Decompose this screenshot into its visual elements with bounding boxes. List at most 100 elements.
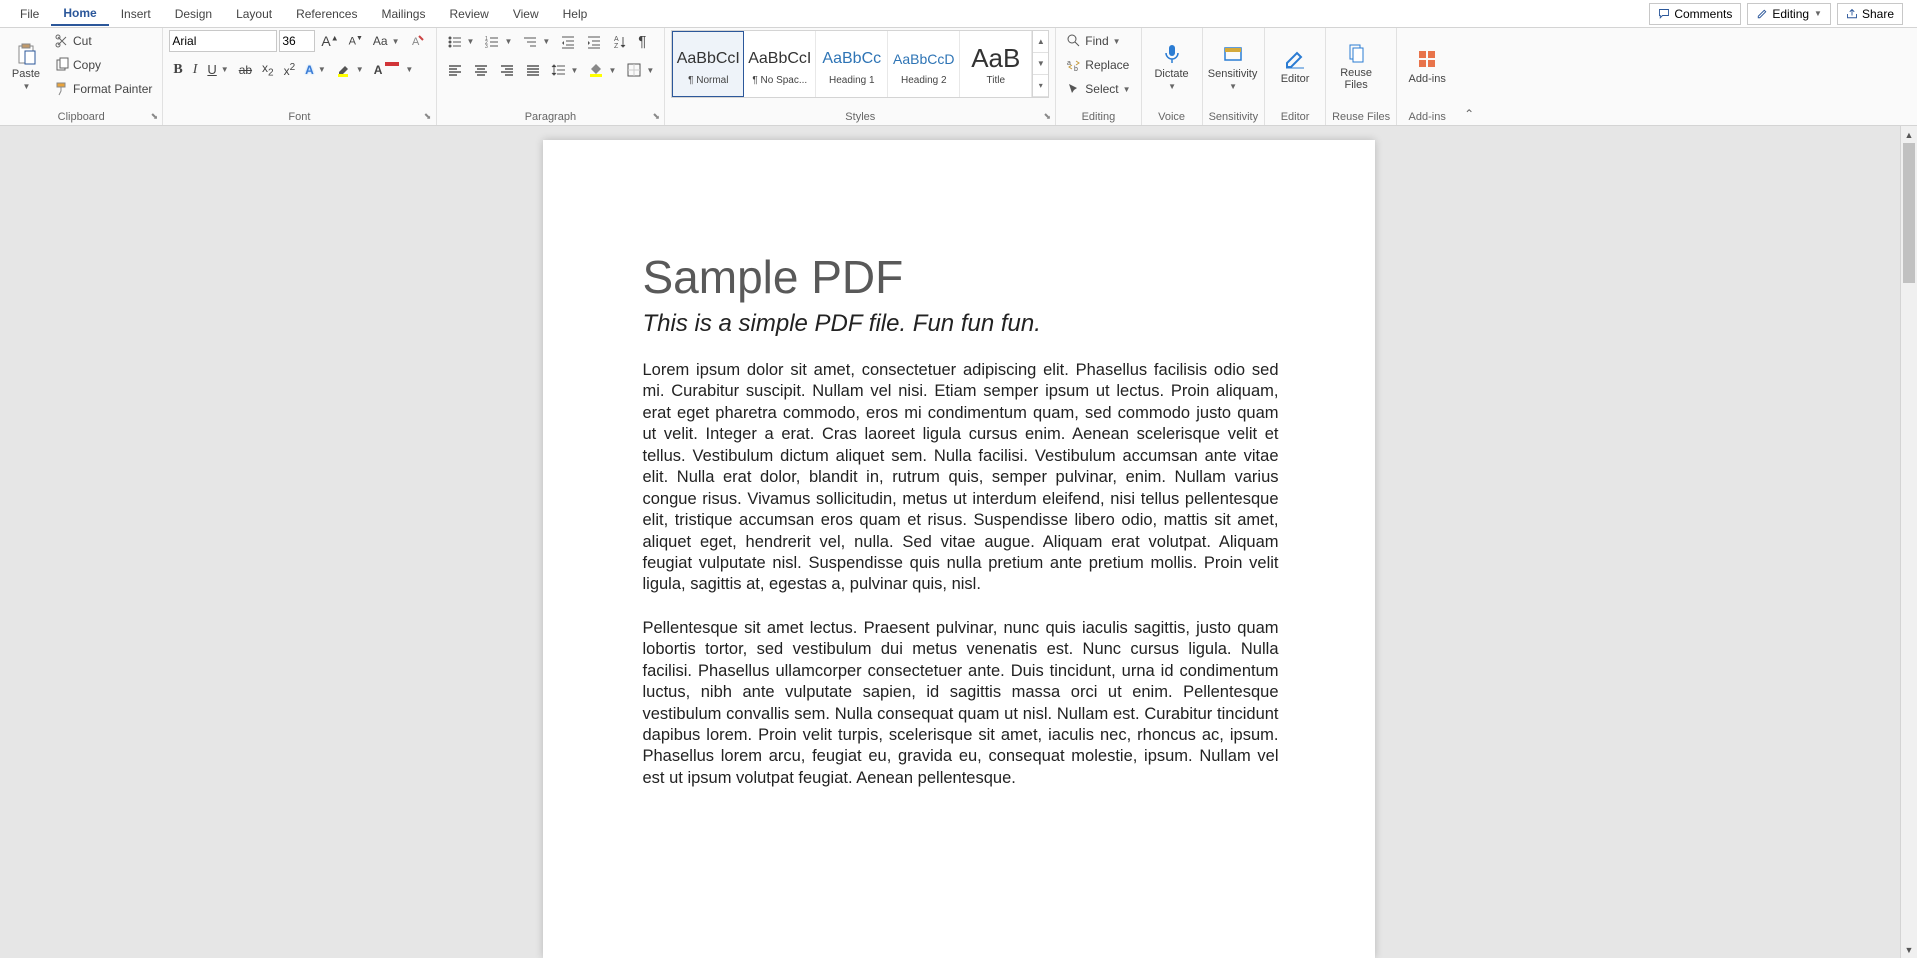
tab-file[interactable]: File xyxy=(8,3,51,25)
group-label-editing: Editing xyxy=(1062,111,1134,125)
svg-text:b: b xyxy=(1074,66,1078,73)
reuse-files-button[interactable]: Reuse Files xyxy=(1332,30,1380,102)
shrink-font-button[interactable]: A▼ xyxy=(345,32,367,51)
group-label-font: Font xyxy=(169,111,429,125)
dialog-launcher-icon[interactable]: ⬊ xyxy=(650,111,662,123)
clear-formatting-button[interactable]: A xyxy=(406,30,430,52)
highlight-button[interactable]: ▼ xyxy=(332,59,368,81)
group-paragraph: ▼ 123▼ ▼ AZ ¶ ▼ ▼ ▼ P xyxy=(437,28,666,125)
paste-button[interactable]: Paste ▼ xyxy=(6,30,46,102)
find-button[interactable]: Find▼ xyxy=(1062,30,1134,52)
scroll-thumb[interactable] xyxy=(1903,143,1915,283)
font-size-input[interactable] xyxy=(279,30,315,52)
cut-button[interactable]: Cut xyxy=(50,30,156,52)
sensitivity-button[interactable]: Sensitivity▼ xyxy=(1209,30,1257,102)
svg-text:3: 3 xyxy=(485,44,488,50)
format-painter-label: Format Painter xyxy=(73,82,152,96)
font-color-button[interactable]: A▼ xyxy=(370,59,418,81)
format-painter-button[interactable]: Format Painter xyxy=(50,78,156,100)
styles-more-icon[interactable]: ▾ xyxy=(1033,75,1048,97)
dialog-launcher-icon[interactable]: ⬊ xyxy=(148,111,160,123)
decrease-indent-button[interactable] xyxy=(556,31,580,53)
comments-button[interactable]: Comments xyxy=(1649,3,1741,25)
justify-button[interactable] xyxy=(521,59,545,81)
group-label-editor: Editor xyxy=(1271,111,1319,125)
group-label-reuse: Reuse Files xyxy=(1332,111,1390,125)
underline-button[interactable]: U▼ xyxy=(203,59,232,80)
editing-mode-button[interactable]: Editing▼ xyxy=(1747,3,1831,25)
collapse-ribbon-icon[interactable]: ⌃ xyxy=(1457,28,1481,125)
group-clipboard: Paste ▼ Cut Copy Format Painter Clipboar… xyxy=(0,28,163,125)
dictate-button[interactable]: Dictate▼ xyxy=(1148,30,1196,102)
increase-indent-button[interactable] xyxy=(582,31,606,53)
document-subtitle[interactable]: This is a simple PDF file. Fun fun fun. xyxy=(643,310,1279,338)
copy-label: Copy xyxy=(73,58,101,72)
tab-references[interactable]: References xyxy=(284,3,369,25)
svg-text:A: A xyxy=(412,36,420,48)
select-button[interactable]: Select▼ xyxy=(1062,78,1134,100)
share-button[interactable]: Share xyxy=(1837,3,1903,25)
strikethrough-button[interactable]: ab xyxy=(235,60,256,80)
document-paragraph-2[interactable]: Pellentesque sit amet lectus. Praesent p… xyxy=(643,618,1279,790)
line-spacing-button[interactable]: ▼ xyxy=(547,59,583,81)
scroll-down-icon[interactable]: ▼ xyxy=(1901,941,1917,958)
align-center-button[interactable] xyxy=(469,59,493,81)
change-case-button[interactable]: Aa▼ xyxy=(369,31,404,51)
styles-up-icon[interactable]: ▲ xyxy=(1033,31,1048,53)
tab-home[interactable]: Home xyxy=(51,2,108,26)
dialog-launcher-icon[interactable]: ⬊ xyxy=(1041,111,1053,123)
font-name-input[interactable] xyxy=(169,30,277,52)
document-workspace: Sample PDF This is a simple PDF file. Fu… xyxy=(0,126,1917,958)
tab-help[interactable]: Help xyxy=(551,3,600,25)
style-heading2[interactable]: AaBbCcDHeading 2 xyxy=(888,31,960,97)
cut-label: Cut xyxy=(73,34,92,48)
styles-down-icon[interactable]: ▼ xyxy=(1033,53,1048,75)
italic-button[interactable]: I xyxy=(189,59,202,81)
sort-button[interactable]: AZ xyxy=(608,31,632,53)
addins-button[interactable]: Add-ins xyxy=(1403,30,1451,102)
style-no-spacing[interactable]: AaBbCcI¶ No Spac... xyxy=(744,31,816,97)
styles-gallery[interactable]: AaBbCcI¶ Normal AaBbCcI¶ No Spac... AaBb… xyxy=(671,30,1049,98)
grow-font-button[interactable]: A▲ xyxy=(317,30,342,52)
tab-mailings[interactable]: Mailings xyxy=(369,3,437,25)
vertical-scrollbar[interactable]: ▲ ▼ xyxy=(1900,126,1917,958)
align-left-button[interactable] xyxy=(443,59,467,81)
group-label-addins: Add-ins xyxy=(1403,111,1451,125)
superscript-button[interactable]: x2 xyxy=(280,59,300,81)
group-addins: Add-ins Add-ins xyxy=(1397,28,1457,125)
document-paragraph-1[interactable]: Lorem ipsum dolor sit amet, consectetuer… xyxy=(643,360,1279,596)
group-label-styles: Styles xyxy=(671,111,1049,125)
multilevel-list-button[interactable]: ▼ xyxy=(518,31,554,53)
shading-button[interactable]: ▼ xyxy=(584,59,620,81)
align-right-button[interactable] xyxy=(495,59,519,81)
bullets-button[interactable]: ▼ xyxy=(443,31,479,53)
tab-review[interactable]: Review xyxy=(437,3,500,25)
copy-button[interactable]: Copy xyxy=(50,54,156,76)
style-normal[interactable]: AaBbCcI¶ Normal xyxy=(672,31,744,97)
replace-button[interactable]: abReplace xyxy=(1062,54,1134,76)
comments-label: Comments xyxy=(1674,7,1732,21)
show-marks-button[interactable]: ¶ xyxy=(634,30,650,53)
group-reuse-files: Reuse Files Reuse Files xyxy=(1326,28,1397,125)
text-effects-button[interactable]: A▼ xyxy=(301,60,330,80)
borders-button[interactable]: ▼ xyxy=(622,59,658,81)
subscript-button[interactable]: x2 xyxy=(258,58,278,81)
group-label-paragraph: Paragraph xyxy=(443,111,659,125)
tab-design[interactable]: Design xyxy=(163,3,224,25)
group-sensitivity: Sensitivity▼ Sensitivity xyxy=(1203,28,1266,125)
tab-bar: File Home Insert Design Layout Reference… xyxy=(0,0,1917,28)
svg-text:Z: Z xyxy=(614,43,619,50)
bold-button[interactable]: B xyxy=(169,59,186,81)
scroll-up-icon[interactable]: ▲ xyxy=(1901,126,1917,143)
group-label-sensitivity: Sensitivity xyxy=(1209,111,1259,125)
tab-layout[interactable]: Layout xyxy=(224,3,284,25)
document-page[interactable]: Sample PDF This is a simple PDF file. Fu… xyxy=(543,140,1375,958)
document-title[interactable]: Sample PDF xyxy=(643,250,1279,304)
dialog-launcher-icon[interactable]: ⬊ xyxy=(422,111,434,123)
editor-button[interactable]: Editor xyxy=(1271,30,1319,102)
tab-insert[interactable]: Insert xyxy=(109,3,163,25)
style-title[interactable]: AaBTitle xyxy=(960,31,1032,97)
tab-view[interactable]: View xyxy=(501,3,551,25)
style-heading1[interactable]: AaBbCcHeading 1 xyxy=(816,31,888,97)
numbering-button[interactable]: 123▼ xyxy=(480,31,516,53)
